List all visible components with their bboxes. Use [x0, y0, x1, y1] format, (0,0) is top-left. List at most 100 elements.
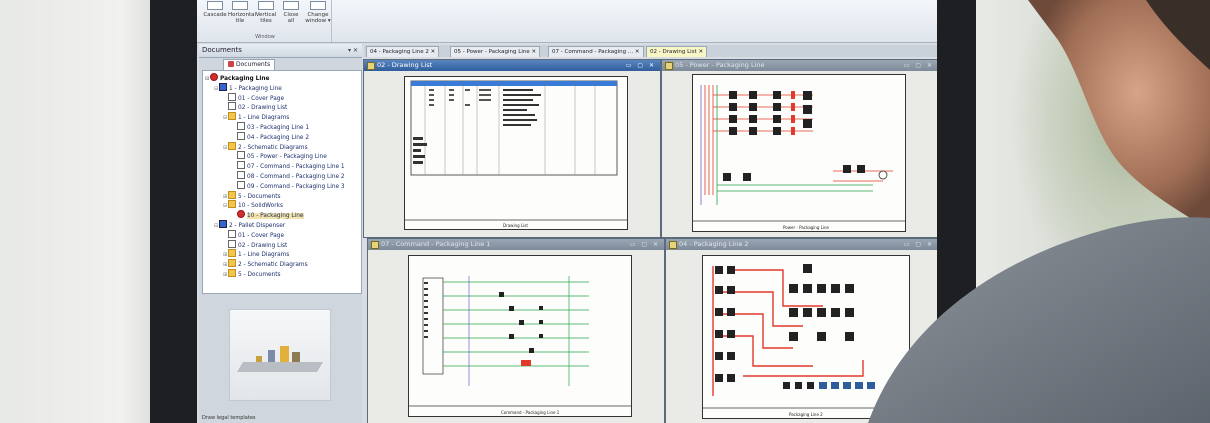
tree-item[interactable]: ⊟ 10 - SolidWorks: [223, 200, 283, 209]
schematic-sheet[interactable]: Command - Packaging Line 1: [408, 255, 632, 417]
tree-item-label: 1 - Line Diagrams: [238, 252, 290, 259]
tree-item-label: 5 - Documents: [238, 272, 281, 278]
tree-item[interactable]: ⊟ Packaging Line: [205, 73, 269, 82]
page-icon: [237, 171, 245, 179]
tree-item-label: 10 - SolidWorks: [238, 203, 283, 210]
page-icon: [228, 102, 236, 111]
tree-item-label: 02 - Drawing List: [238, 242, 288, 249]
tree-item-label: Packaging Line: [220, 76, 270, 82]
tree-item[interactable]: ⊟ 1 - Packaging Line: [214, 82, 282, 92]
page-icon: [228, 239, 236, 248]
horizontal-tile-icon: [232, 1, 248, 10]
tree-item-label: 07 - Command - Packaging Line 1: [247, 164, 345, 171]
horizontal-tile-button[interactable]: Horizontal tile: [228, 0, 256, 24]
page-icon: [237, 161, 245, 170]
tree-item[interactable]: ⊟ 1 - Line Diagrams: [223, 112, 289, 121]
window-controls[interactable]: ▭ ▢ ✕: [626, 60, 656, 71]
tab-drawing-list[interactable]: 02 - Drawing List ✕: [646, 46, 708, 57]
folder-icon: [228, 269, 236, 277]
tree-item-label: 01 - Cover Page: [238, 232, 285, 239]
person-silhouette: [868, 0, 1210, 423]
solidworks-icon: [210, 73, 218, 81]
tree-item[interactable]: ⊟ 2 - Schematic Diagrams: [223, 141, 308, 151]
drawing-sheet[interactable]: Drawing List: [404, 76, 628, 230]
model-preview[interactable]: [229, 309, 331, 401]
window-title-bar[interactable]: 02 - Drawing List ▭ ▢ ✕: [364, 60, 660, 71]
tree-item-label: 2 - Schematic Diagrams: [238, 262, 308, 269]
ribbon: Cascade Horizontal tile Vertical tiles C…: [197, 0, 937, 43]
sheet-label: Command - Packaging Line 1: [501, 410, 560, 415]
page-icon: [237, 180, 245, 189]
tree-item[interactable]: ⊞ 5 - Documents: [223, 190, 281, 200]
document-icon: [371, 241, 379, 249]
tab-command-packaging[interactable]: 07 - Command - Packaging ... ✕: [548, 46, 644, 57]
close-all-button[interactable]: Close all: [279, 0, 303, 24]
tree-item[interactable]: ⊞ 5 - Documents: [223, 269, 281, 278]
tree-item-label: 2 - Schematic Diagrams: [238, 144, 308, 151]
person-foreground: [828, 0, 1210, 423]
folder-icon: [228, 190, 236, 199]
panel-controls[interactable]: ▾ ✕: [348, 44, 358, 57]
tree-item-label: 1 - Line Diagrams: [238, 115, 290, 122]
close-all-icon: [283, 1, 299, 10]
tree-item-label: 04 - Packaging Line 2: [247, 134, 310, 141]
tree-item-label: 03 - Packaging Line 1: [247, 125, 310, 131]
documents-tree[interactable]: ⊟ Packaging Line ⊟ 1 - Packaging Line 01 - C…: [202, 70, 362, 294]
documents-tab-icon: [228, 61, 234, 67]
status-text: Draw legal templates: [202, 415, 256, 421]
folder-icon: [228, 141, 236, 150]
folder-icon: [228, 259, 236, 268]
tree-item[interactable]: 01 - Cover Page: [223, 92, 285, 102]
folder-icon: [228, 112, 236, 121]
tree-item-label: 05 - Power - Packaging Line: [247, 154, 327, 161]
tree-item-label: 5 - Documents: [238, 193, 281, 200]
page-icon: [237, 151, 245, 160]
project-icon: [219, 82, 227, 91]
tree-item[interactable]: 03 - Packaging Line 1: [232, 122, 309, 131]
change-window-button[interactable]: Change window ▾: [304, 0, 332, 24]
tree-item[interactable]: 08 - Command - Packaging Line 2: [232, 171, 345, 180]
page-icon: [228, 229, 236, 238]
tree-item[interactable]: 09 - Command - Packaging Line 3: [232, 180, 345, 190]
tree-item[interactable]: 02 - Drawing List: [223, 239, 288, 249]
tab-power-packaging-line[interactable]: 05 - Power - Packaging Line ✕: [450, 46, 541, 57]
tree-item[interactable]: ⊞ 1 - Line Diagrams: [223, 249, 289, 258]
ribbon-group-label: Window: [255, 34, 275, 40]
preview-part: [280, 346, 289, 362]
cascade-icon: [207, 1, 223, 10]
window-command-packaging-line[interactable]: 07 - Command - Packaging Line 1 ▭ ▢ ✕ Co…: [367, 238, 665, 423]
tab-documents[interactable]: Documents: [223, 59, 276, 70]
tree-item[interactable]: 01 - Cover Page: [223, 229, 285, 239]
page-icon: [237, 131, 245, 140]
monitor-screen: Cascade Horizontal tile Vertical tiles C…: [197, 0, 937, 423]
window-controls[interactable]: ▭ ▢ ✕: [630, 239, 660, 250]
document-icon: [669, 241, 677, 249]
window-drawing-list[interactable]: 02 - Drawing List ▭ ▢ ✕ Drawing List: [363, 59, 661, 238]
tree-item[interactable]: 10 - Packaging Line: [232, 210, 304, 220]
tree-item-label: 10 - Packaging Line: [247, 213, 304, 220]
change-window-icon: [310, 1, 326, 10]
tab-packaging-line-2[interactable]: 04 - Packaging Line 2 ✕: [366, 46, 440, 57]
folder-icon: [228, 249, 236, 258]
tree-item-label: 09 - Command - Packaging Line 3: [247, 183, 345, 190]
sheet-label: Packaging Line 2: [789, 412, 823, 417]
vertical-tiles-button[interactable]: Vertical tiles: [254, 0, 278, 24]
cascade-button[interactable]: Cascade: [203, 0, 227, 18]
window-title-bar[interactable]: 07 - Command - Packaging Line 1 ▭ ▢ ✕: [368, 239, 664, 250]
drawing-list-table: [405, 80, 627, 221]
command-schematic: [409, 276, 631, 407]
tree-item[interactable]: 05 - Power - Packaging Line: [232, 151, 327, 160]
tree-item-label: 2 - Pallet Dispenser: [229, 223, 286, 229]
folder-icon: [228, 200, 236, 209]
document-icon: [367, 62, 375, 70]
tree-item[interactable]: 02 - Drawing List: [223, 102, 287, 111]
documents-panel-title: Documents ▾ ✕: [199, 44, 362, 58]
project-icon: [219, 220, 227, 228]
documents-panel: Documents ▾ ✕ Documents ⊟ Packaging Line ⊟…: [199, 44, 362, 423]
tree-item[interactable]: 04 - Packaging Line 2: [232, 131, 310, 141]
tree-item-label: 01 - Cover Page: [238, 95, 285, 102]
tree-item[interactable]: ⊟ 2 - Pallet Dispenser: [214, 220, 285, 229]
tree-item[interactable]: 07 - Command - Packaging Line 1: [232, 161, 345, 170]
ribbon-group-window: Cascade Horizontal tile Vertical tiles C…: [199, 0, 332, 42]
tree-item[interactable]: ⊞ 2 - Schematic Diagrams: [223, 259, 308, 268]
